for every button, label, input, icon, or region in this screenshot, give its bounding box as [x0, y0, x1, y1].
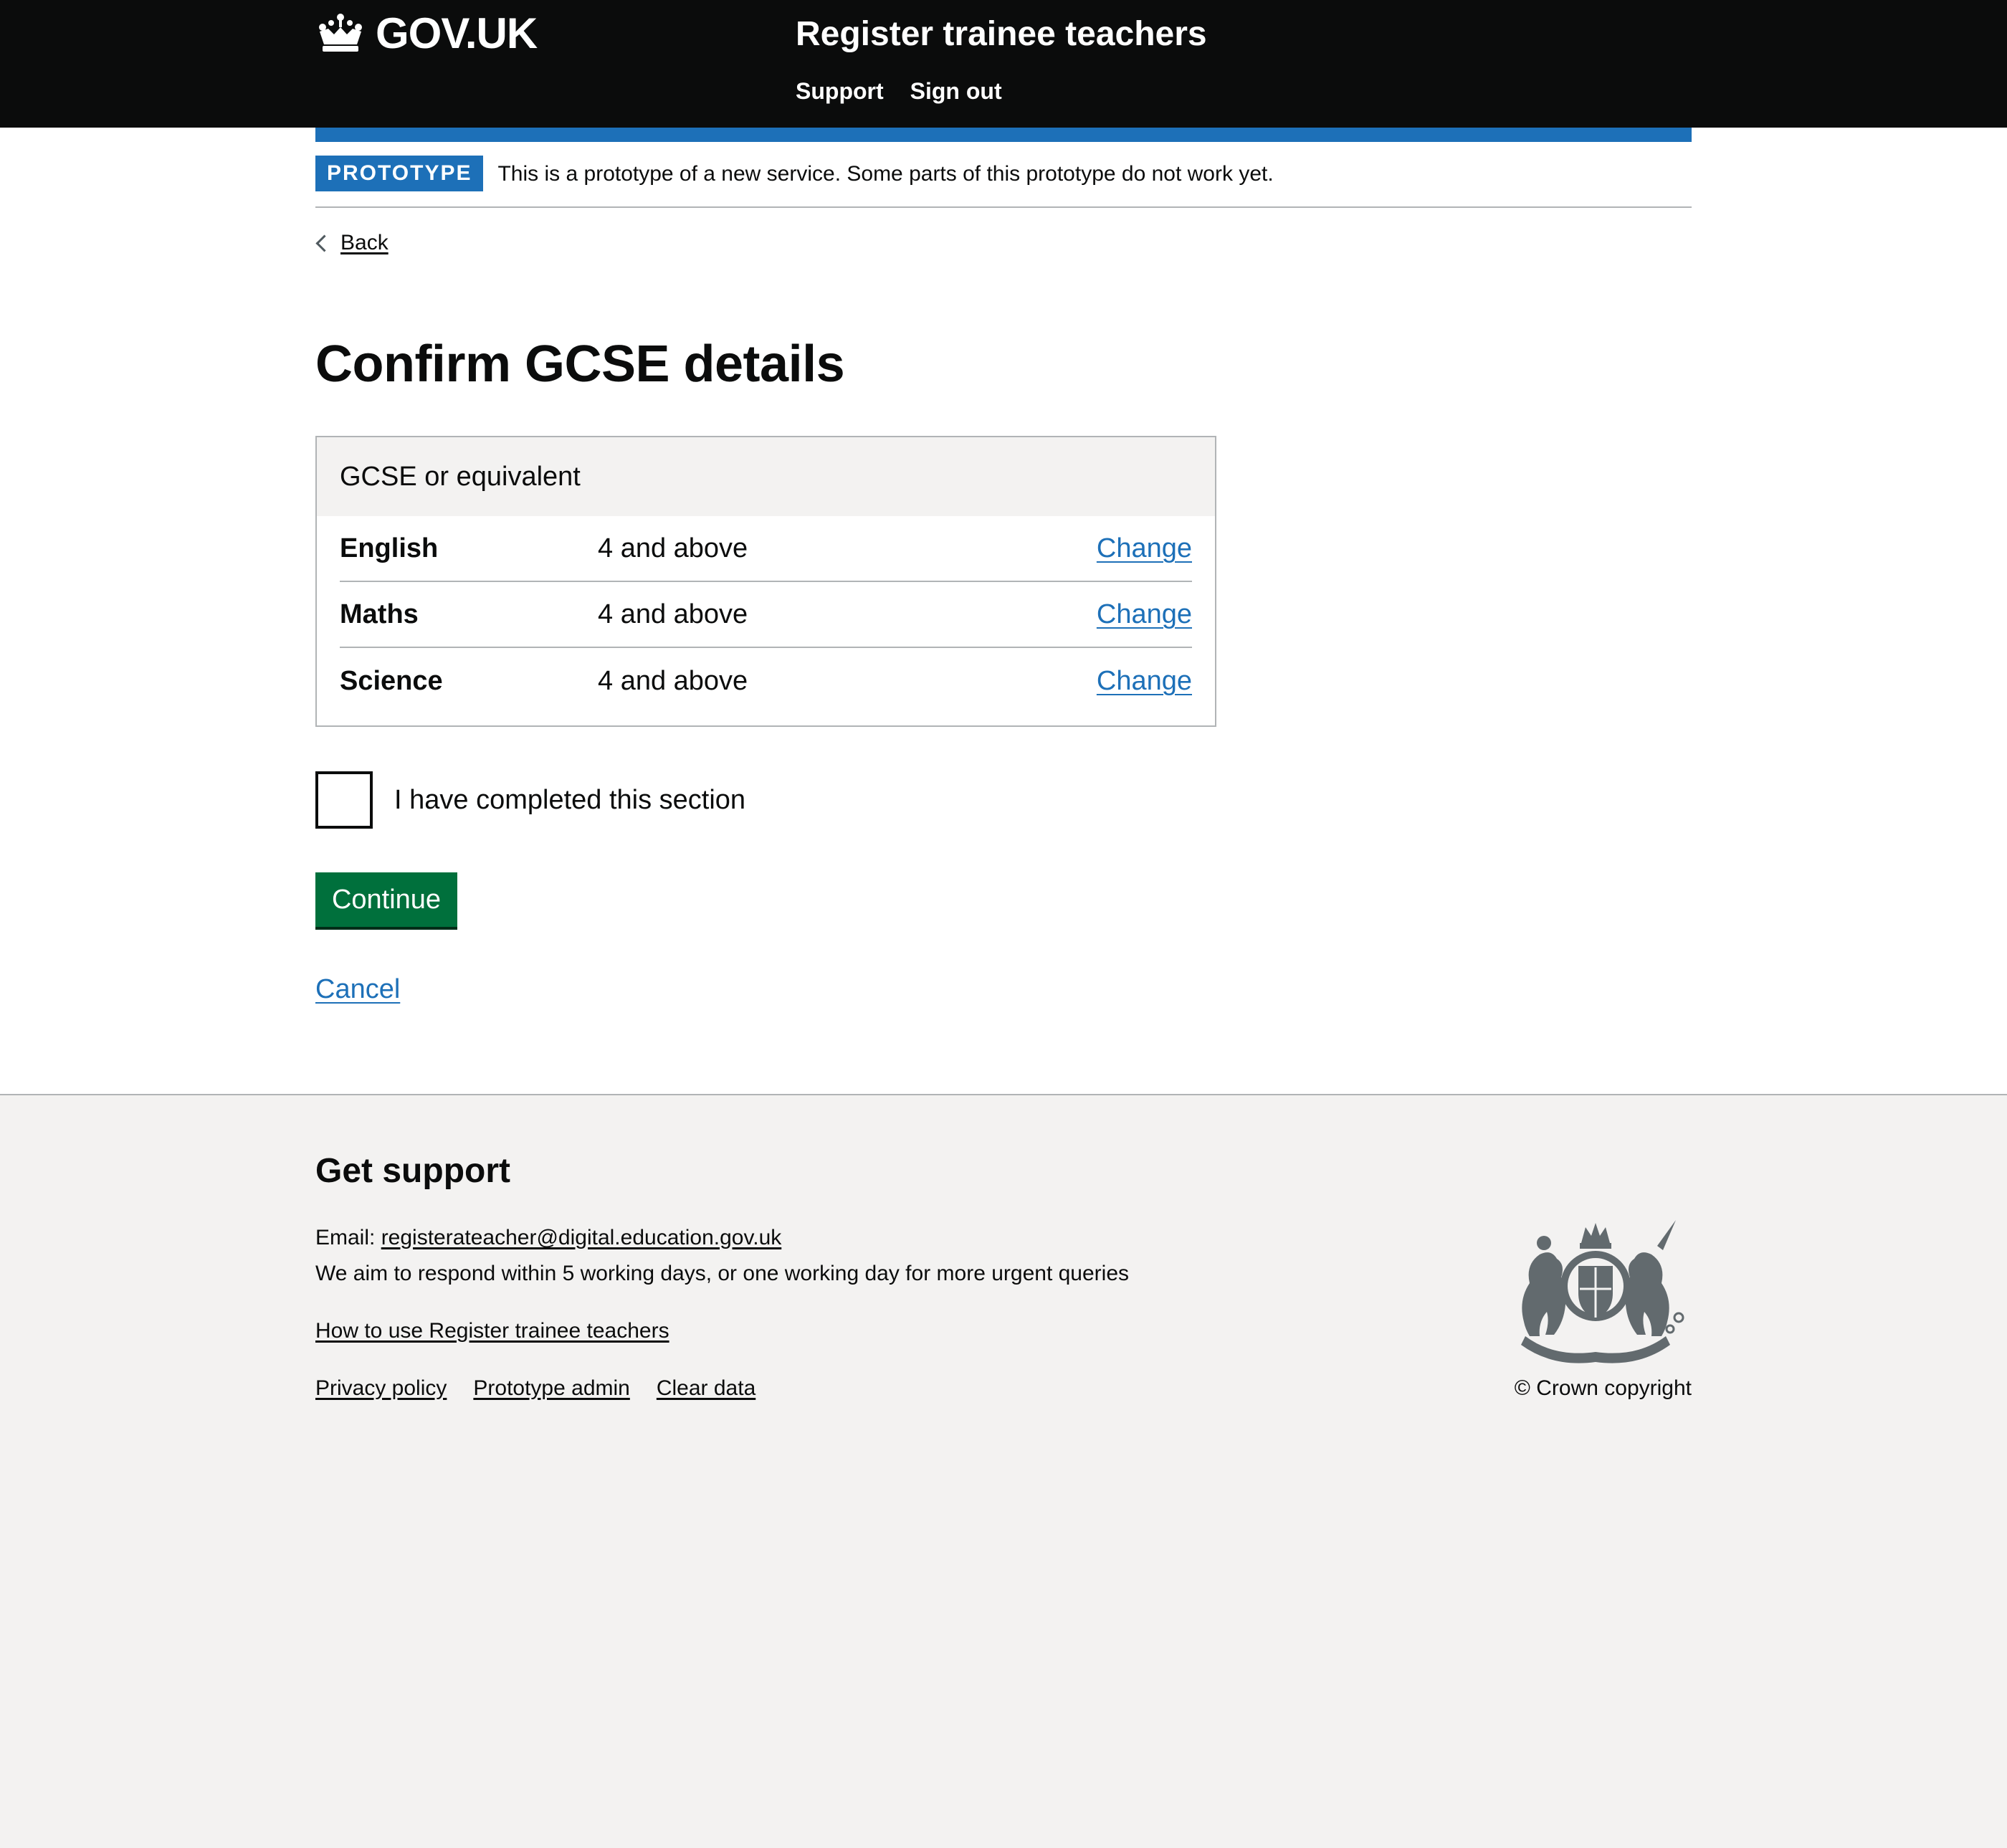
back-link-wrapper: Back	[315, 228, 388, 258]
nav-sign-out-link[interactable]: Sign out	[910, 75, 1002, 107]
summary-row-maths: Maths 4 and above Change	[340, 582, 1192, 648]
summary-row-english: English 4 and above Change	[340, 516, 1192, 582]
footer-email-line: Email: registerateacher@digital.educatio…	[315, 1223, 781, 1253]
footer-response-time: We aim to respond within 5 working days,…	[315, 1262, 1130, 1285]
summary-key: Maths	[340, 599, 419, 629]
summary-key: English	[340, 533, 439, 563]
summary-value: 4 and above	[598, 533, 748, 563]
footer-clear-data-link[interactable]: Clear data	[657, 1373, 755, 1404]
footer-prototype-admin-link[interactable]: Prototype admin	[473, 1373, 629, 1404]
back-link[interactable]: Back	[340, 228, 388, 258]
site-header: GOV.UK Register trainee teachers Support…	[0, 0, 2007, 128]
phase-tag: PROTOTYPE	[315, 156, 484, 191]
crown-copyright: © Crown copyright	[1514, 1376, 1692, 1400]
site-footer: Get support Email: registerateacher@digi…	[0, 1094, 2007, 1848]
summary-key: Science	[340, 665, 443, 696]
change-english-link[interactable]: Change	[1097, 533, 1192, 563]
phase-banner: PROTOTYPE This is a prototype of a new s…	[315, 142, 1692, 208]
chevron-left-icon	[315, 234, 333, 252]
summary-list: English 4 and above Change Maths 4 and a…	[317, 516, 1215, 714]
summary-value: 4 and above	[598, 665, 748, 696]
footer-heading: Get support	[315, 1152, 510, 1190]
summary-value: 4 and above	[598, 599, 748, 629]
summary-card-title: GCSE or equivalent	[317, 437, 1215, 516]
service-name-link[interactable]: Register trainee teachers	[796, 13, 1207, 56]
phase-banner-text: This is a prototype of a new service. So…	[497, 162, 1274, 186]
cancel-link[interactable]: Cancel	[315, 971, 400, 1007]
summary-row-science: Science 4 and above Change	[340, 648, 1192, 714]
govuk-logo-link[interactable]: GOV.UK	[315, 9, 538, 57]
footer-how-to-link[interactable]: How to use Register trainee teachers	[315, 1316, 669, 1346]
nav-support-link[interactable]: Support	[796, 75, 884, 107]
header-nav: Support Sign out	[796, 75, 1002, 107]
footer-email-prefix: Email:	[315, 1226, 381, 1249]
header-blue-bar	[315, 128, 1692, 142]
page-title: Confirm GCSE details	[315, 335, 845, 393]
footer-email-link[interactable]: registerateacher@digital.education.gov.u…	[381, 1226, 782, 1249]
change-maths-link[interactable]: Change	[1097, 599, 1192, 629]
completed-checkbox-item: I have completed this section	[315, 771, 745, 829]
footer-meta-links: Privacy policy Prototype admin Clear dat…	[315, 1373, 755, 1404]
continue-button[interactable]: Continue	[315, 872, 457, 927]
govuk-logo-text: GOV.UK	[376, 9, 538, 57]
crown-icon	[315, 13, 366, 54]
change-science-link[interactable]: Change	[1097, 666, 1192, 696]
completed-checkbox[interactable]	[315, 771, 373, 829]
completed-checkbox-label[interactable]: I have completed this section	[394, 782, 745, 818]
royal-coat-of-arms-icon	[1504, 1214, 1687, 1365]
footer-privacy-link[interactable]: Privacy policy	[315, 1373, 447, 1404]
gcse-summary-card: GCSE or equivalent English 4 and above C…	[315, 436, 1216, 727]
